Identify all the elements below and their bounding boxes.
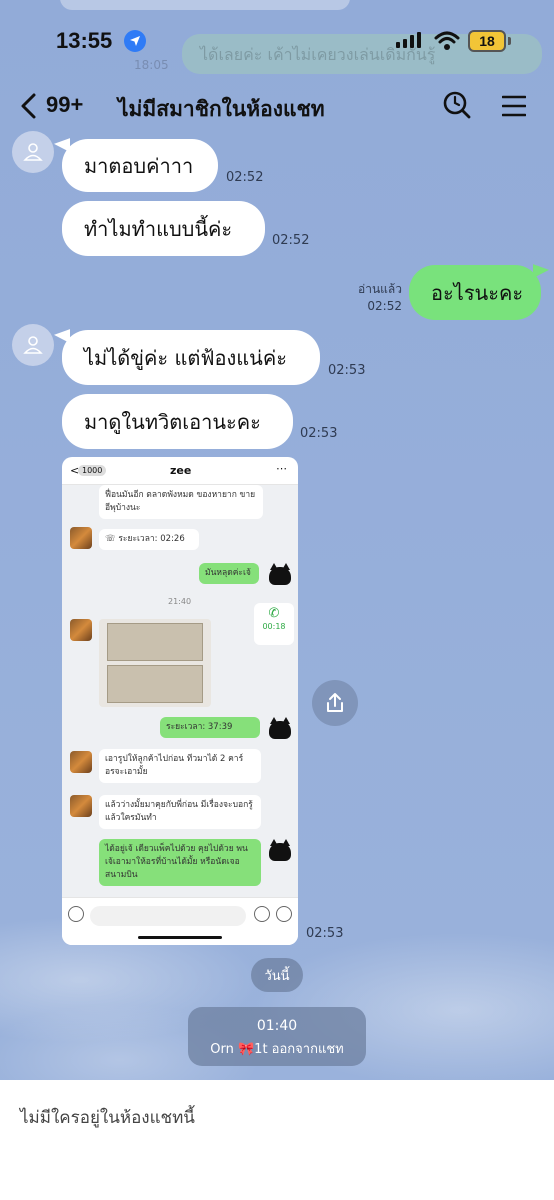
image-cat-avatar <box>269 839 291 861</box>
battery-indicator: 18 <box>468 30 506 52</box>
image-chat-header: < 1000 zee ⋯ <box>62 457 298 485</box>
image-received-bubble: เอารูปให้ลูกค้าไปก่อน ทีวมาได้ 2 คาร์ อร… <box>99 749 261 783</box>
message-bubble[interactable]: มาตอบค่าาา <box>62 139 218 192</box>
menu-icon[interactable] <box>502 94 526 118</box>
signal-icon <box>396 32 421 48</box>
image-divider-time: 21:40 <box>168 597 192 606</box>
image-call-record: ☏ ระยะเวลา: 02:26 <box>99 529 199 550</box>
message-time: 02:52 <box>367 299 402 313</box>
image-avatar <box>70 619 92 641</box>
message-time: 02:52 <box>226 170 264 185</box>
avatar[interactable] <box>12 131 54 173</box>
image-avatar <box>70 527 92 549</box>
message-time: 02:53 <box>306 926 344 941</box>
avatar[interactable] <box>12 324 54 366</box>
person-icon <box>23 336 43 354</box>
image-chat-body: ฟื่อนมันอีก ตลาดพังหมด ของหายาก ขายอีพุบ… <box>62 485 298 921</box>
share-icon <box>327 693 343 712</box>
image-back-count: 1000 <box>78 465 107 476</box>
image-input-bar <box>62 897 298 945</box>
sent-message-bubble[interactable]: อะไรนะคะ <box>409 265 541 320</box>
date-chip: วันนี้ <box>251 958 303 992</box>
clock: 13:55 <box>56 28 113 53</box>
image-chat-name: zee <box>170 464 192 477</box>
image-emoji-icon <box>254 906 270 922</box>
search-icon[interactable] <box>442 90 472 122</box>
message-bubble[interactable]: ทำไมทำแบบนี้ค่ะ <box>62 201 265 256</box>
image-cat-avatar <box>269 717 291 739</box>
share-button[interactable] <box>312 680 358 726</box>
image-call-card: ✆ 00:18 <box>254 603 294 645</box>
battery-tip <box>508 37 511 45</box>
location-icon <box>124 30 146 52</box>
chat-header: 99+ ไม่มีสมาชิกในห้องแชท <box>0 84 554 130</box>
image-input-field <box>90 906 246 926</box>
image-call-text: ระยะเวลา: 02:26 <box>118 534 185 544</box>
image-plus-icon <box>276 906 292 922</box>
message-time: 02:53 <box>328 363 366 378</box>
read-label: อ่านแล้ว <box>358 282 402 296</box>
back-arrow-icon[interactable] <box>18 92 42 120</box>
image-avatar <box>70 751 92 773</box>
message-bubble[interactable]: ไม่ได้ขู่ค่ะ แต่ฟ้องแน่ค่ะ <box>62 330 320 385</box>
status-bar: 13:55 18 <box>0 0 554 80</box>
image-received-bubble: แล้วว่างมั้ยมาคุยกับพี่ก่อน มีเรื่องจะบอ… <box>99 795 261 829</box>
system-message: 01:40 Orn 🎀1t ออกจากแชท <box>188 1007 366 1066</box>
read-status: อ่านแล้ว 02:52 <box>350 281 402 315</box>
wifi-icon <box>434 31 460 50</box>
image-home-indicator <box>138 936 222 939</box>
image-product-photo <box>99 619 211 707</box>
image-avatar <box>70 795 92 817</box>
image-more-icon: ⋯ <box>276 462 287 475</box>
image-sent-bubble: มันหลุดค่ะเจ้ <box>199 563 259 584</box>
message-bubble[interactable]: มาดูในทวิตเอานะคะ <box>62 394 293 449</box>
message-time: 02:52 <box>272 233 310 248</box>
chat-title: ไม่มีสมาชิกในห้องแชท <box>118 97 325 121</box>
unread-count[interactable]: 99+ <box>46 92 83 118</box>
system-time: 01:40 <box>256 1018 298 1034</box>
image-voice-icon <box>68 906 84 922</box>
system-text: Orn 🎀1t ออกจากแชท <box>210 1042 344 1057</box>
image-cat-avatar <box>269 563 291 585</box>
message-time: 02:53 <box>300 426 338 441</box>
person-icon <box>23 143 43 161</box>
image-call-record-sent: ระยะเวลา: 37:39 <box>160 717 260 738</box>
image-text: ฟื่อนมันอีก ตลาดพังหมด ของหายาก ขายอีพุบ… <box>99 485 263 519</box>
shared-image[interactable]: < 1000 zee ⋯ ฟื่อนมันอีก ตลาดพังหมด ของห… <box>62 457 298 945</box>
image-call-duration: 00:18 <box>262 622 286 631</box>
image-sent-bubble: ได้อยู่เจ้ เดียวแพ็คไปด้วย คุยไปด้วย พนเ… <box>99 839 261 886</box>
footer-notice: ไม่มีใครอยู่ในห้องแชทนี้ <box>0 1080 554 1200</box>
phone-icon: ☏ <box>105 534 119 544</box>
footer-text: ไม่มีใครอยู่ในห้องแชทนี้ <box>20 1108 195 1128</box>
phone-icon: ✆ <box>268 606 280 621</box>
